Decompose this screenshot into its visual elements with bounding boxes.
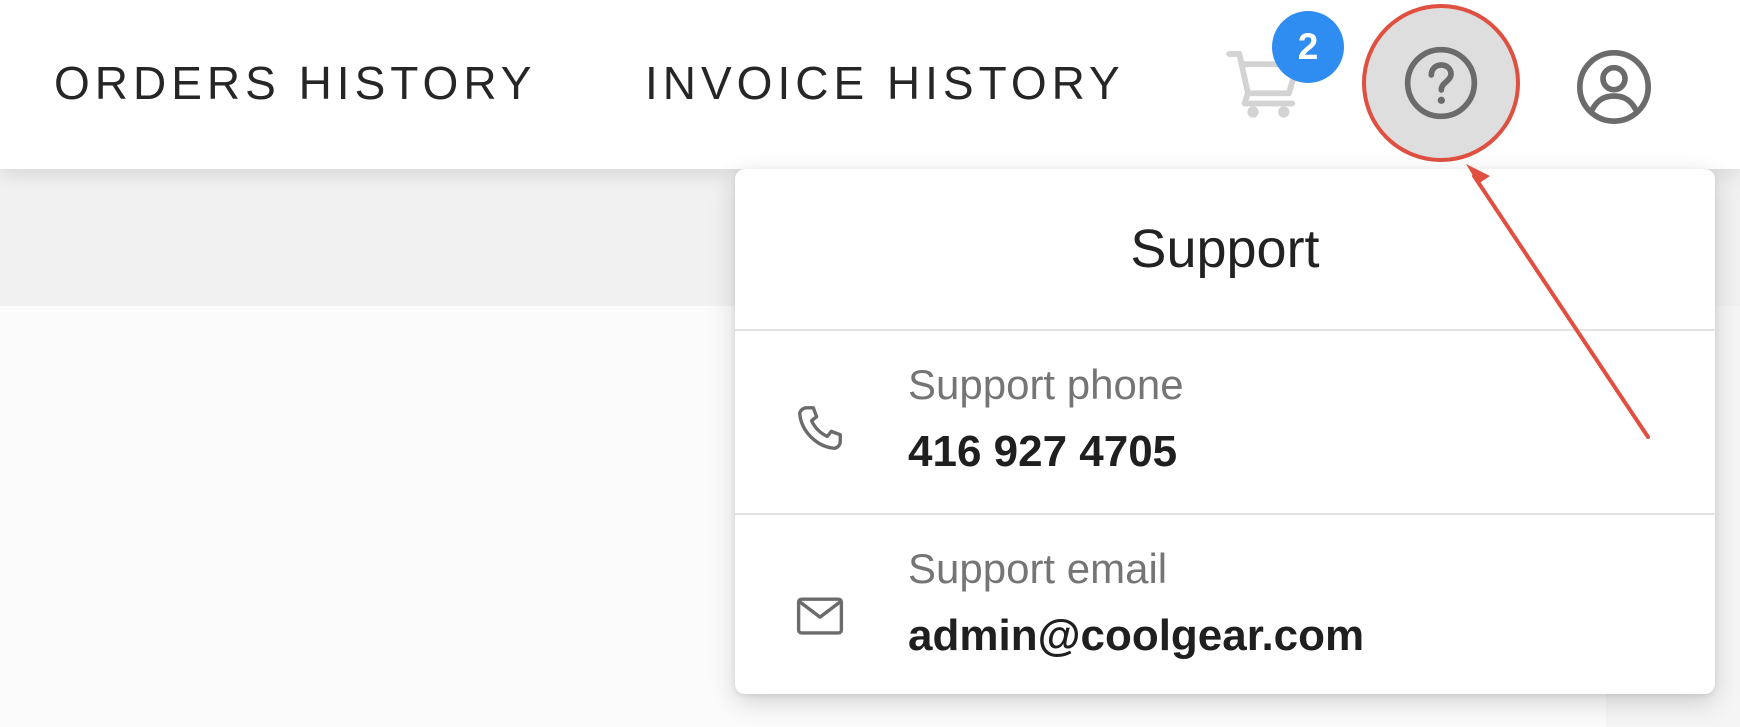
support-phone-row[interactable]: Support phone 416 927 4705: [735, 331, 1715, 513]
support-phone-label: Support phone: [908, 361, 1184, 408]
support-phone-value: 416 927 4705: [908, 427, 1178, 476]
support-email-row[interactable]: Support email admin@coolgear.com: [735, 515, 1715, 694]
nav-orders-history[interactable]: ORDERS HISTORY: [54, 56, 536, 110]
popover-title: Support: [1130, 219, 1320, 279]
cart-badge: 2: [1272, 11, 1344, 83]
support-email-value: admin@coolgear.com: [908, 611, 1365, 660]
account-circle-icon: [1577, 49, 1651, 124]
account-button[interactable]: [1574, 47, 1654, 127]
annotation-highlight-circle: [1362, 4, 1520, 162]
support-email-label: Support email: [908, 545, 1168, 592]
nav-invoice-history[interactable]: INVOICE HISTORY: [645, 56, 1125, 110]
top-header: ORDERS HISTORY INVOICE HISTORY 2: [0, 0, 1740, 169]
mail-icon: [793, 589, 847, 643]
support-popover: Support Support phone 416 927 4705 Suppo…: [735, 169, 1715, 694]
phone-icon: [793, 401, 847, 455]
